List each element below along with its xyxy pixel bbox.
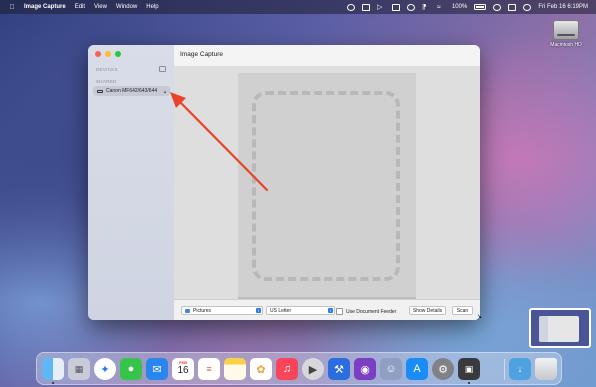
screenshot-thumbnail[interactable]	[529, 308, 591, 348]
annotation-arrow	[170, 92, 269, 192]
dock-separator	[504, 359, 505, 380]
downloads-folder-icon[interactable]: ↓	[509, 358, 531, 380]
dock: ▦ ✦ ● ✉ FEB 16 ≡ ✿ ♫ ▶ ⚒ ◉ ☺ A ⚙ ▣ ↓	[36, 352, 562, 385]
finder-icon[interactable]	[42, 358, 64, 380]
running-indicator	[52, 382, 54, 384]
photos-icon[interactable]: ✿	[250, 358, 272, 380]
xcode-icon[interactable]: ⚒	[328, 358, 350, 380]
safari-icon[interactable]: ✦	[94, 358, 116, 380]
running-indicator	[468, 382, 470, 384]
thumbnail-sidebar	[539, 316, 548, 342]
music-icon[interactable]: ♫	[276, 358, 298, 380]
trash-icon[interactable]	[535, 358, 557, 380]
reminders-icon[interactable]: ≡	[198, 358, 220, 380]
notes-icon[interactable]	[224, 358, 246, 380]
launchpad-icon[interactable]: ▦	[68, 358, 90, 380]
calendar-icon[interactable]: FEB 16	[172, 358, 194, 380]
annotation-arrow-line	[178, 100, 269, 192]
calendar-day: 16	[177, 365, 189, 376]
mail-icon[interactable]: ✉	[146, 358, 168, 380]
image-capture-icon[interactable]: ▣	[458, 358, 480, 380]
messages-icon[interactable]: ●	[120, 358, 142, 380]
quicktime-icon[interactable]: ▶	[302, 358, 324, 380]
cursor-icon: ↘	[477, 314, 483, 320]
app-store-icon[interactable]: A	[406, 358, 428, 380]
helper-app-icon[interactable]: ☺	[380, 358, 402, 380]
github-desktop-icon[interactable]: ◉	[354, 358, 376, 380]
system-settings-icon[interactable]: ⚙	[432, 358, 454, 380]
